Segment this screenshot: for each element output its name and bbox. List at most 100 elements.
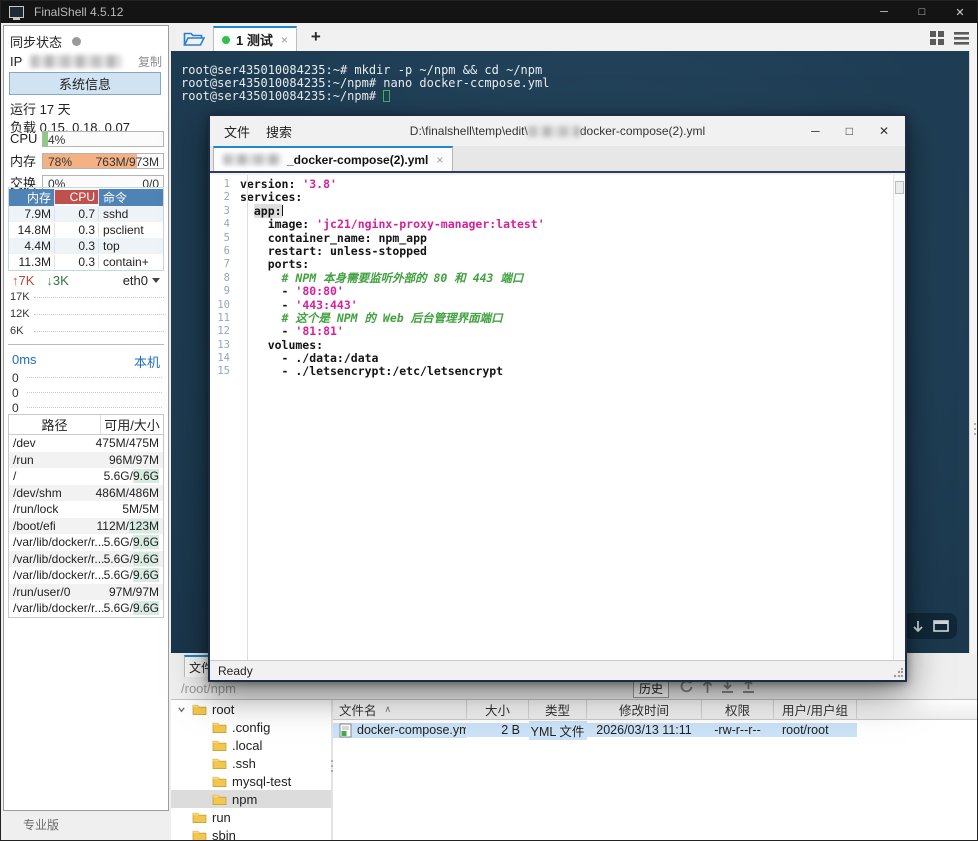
disk-size: 5M/5M xyxy=(122,502,159,516)
editor-file-tab[interactable]: _docker-compose(2).yml × xyxy=(213,146,453,171)
disk-path: /run/lock xyxy=(13,502,122,516)
meter-bar: 78%763M/973M xyxy=(42,153,164,169)
tree-item-.config[interactable]: .config xyxy=(171,718,331,736)
disk-path: / xyxy=(13,469,104,483)
session-tabbar: 1 测试 × + xyxy=(171,23,977,51)
file-header-2[interactable]: 类型 xyxy=(529,700,587,719)
process-row[interactable]: 7.9M0.7sshd xyxy=(9,206,163,222)
maximize-button[interactable]: □ xyxy=(903,1,941,23)
editor-tab-label: _docker-compose(2).yml xyxy=(287,153,428,167)
interface-dropdown[interactable]: eth0 xyxy=(123,273,160,288)
disk-row[interactable]: /run/lock5M/5M xyxy=(9,501,163,518)
new-tab-button[interactable]: + xyxy=(311,27,321,47)
process-row[interactable]: 14.8M0.3psclient xyxy=(9,222,163,238)
scroll-down-icon[interactable] xyxy=(912,620,924,633)
disk-size: 475M/475M xyxy=(96,436,159,450)
process-row[interactable]: 4.4M0.3top xyxy=(9,238,163,254)
file-header-5[interactable]: 用户/用户组 xyxy=(774,700,857,719)
minimize-button[interactable]: ─ xyxy=(865,1,903,23)
editor-statusbar: Ready xyxy=(210,660,905,680)
editor-content[interactable]: 1version: '3.8'2services:3 app:4 image: … xyxy=(210,175,905,660)
code-line: 13 volumes: xyxy=(210,339,905,352)
session-tab-label: 1 测试 xyxy=(236,30,273,49)
editor-minimize-button[interactable]: ─ xyxy=(811,124,820,138)
tree-chevron-icon[interactable] xyxy=(177,705,187,714)
disk-row[interactable]: /dev475M/475M xyxy=(9,435,163,452)
tree-item-.ssh[interactable]: .ssh xyxy=(171,754,331,772)
code-segment: # NPM 本身需要监听外部的 80 和 443 端口 xyxy=(282,271,524,285)
app-icon xyxy=(9,6,24,18)
editor-window-controls: ─ □ ✕ xyxy=(811,124,889,138)
editor-scrollbar[interactable] xyxy=(893,175,905,660)
editor-maximize-button[interactable]: □ xyxy=(846,124,853,138)
ping-row: 0 xyxy=(12,385,162,400)
disk-row[interactable]: /var/lib/docker/r...5.6G/9.6G xyxy=(9,534,163,551)
editor-close-button[interactable]: ✕ xyxy=(879,124,889,138)
ping-line xyxy=(27,377,162,378)
process-header-1[interactable]: CPU xyxy=(55,190,99,204)
tree-item-label: run xyxy=(212,810,231,825)
tree-item-sbin[interactable]: sbin xyxy=(171,826,331,840)
file-header-3[interactable]: 修改时间 xyxy=(587,700,702,719)
disk-total: 9.6G xyxy=(133,601,159,615)
code-segment: - xyxy=(240,298,295,312)
disk-col-path[interactable]: 路径 xyxy=(9,415,101,434)
disk-row[interactable]: /boot/efi112M/123M xyxy=(9,518,163,535)
open-folder-icon[interactable] xyxy=(183,31,205,47)
file-header-1[interactable]: 大小 xyxy=(467,700,529,719)
menu-list-icon[interactable] xyxy=(954,32,969,45)
process-row[interactable]: 11.3M0.3contain+ xyxy=(9,254,163,270)
disk-row[interactable]: /var/lib/docker/r...5.6G/9.6G xyxy=(9,600,163,617)
tree-item-.local[interactable]: .local xyxy=(171,736,331,754)
tree-item-mysql-test[interactable]: mysql-test xyxy=(171,772,331,790)
editor-menu-search[interactable]: 搜索 xyxy=(266,122,292,141)
editor-menu-file[interactable]: 文件 xyxy=(224,122,250,141)
file-header-4[interactable]: 权限 xyxy=(702,700,774,719)
system-monitor-sidebar: 同步状态 IP 复制 系统信息 运行 17 天 负载 0.15, 0.18, 0… xyxy=(3,25,169,811)
disk-row[interactable]: /run/user/097M/97M xyxy=(9,584,163,601)
file-header-0[interactable]: 文件名∧ xyxy=(333,700,467,719)
disk-row[interactable]: /run96M/97M xyxy=(9,452,163,469)
disk-row[interactable]: /var/lib/docker/r...5.6G/9.6G xyxy=(9,567,163,584)
folder-icon xyxy=(212,739,227,751)
process-header-2[interactable]: 命令 xyxy=(99,189,163,206)
editor-tab-close-icon[interactable]: × xyxy=(436,153,443,167)
grid-layout-icon[interactable] xyxy=(930,31,944,45)
process-cmd: contain+ xyxy=(99,255,163,269)
tree-item-npm[interactable]: npm xyxy=(171,790,331,808)
directory-tree: root.config.local.sshmysql-testnpm runsbi… xyxy=(171,700,331,840)
window-mode-icon[interactable] xyxy=(933,620,949,632)
session-tab-close-icon[interactable]: × xyxy=(281,33,288,47)
ping-latency: 0ms xyxy=(12,352,37,371)
resize-grip[interactable] xyxy=(893,668,903,678)
window-controls: ─ □ ✕ xyxy=(865,1,978,23)
disk-row[interactable]: /var/lib/docker/r...5.6G/9.6G xyxy=(9,551,163,568)
file-table: 文件名∧大小类型修改时间权限用户/用户组 docker-compose.yml2… xyxy=(333,700,977,840)
file-manager-panel: root.config.local.sshmysql-testnpm runsbi… xyxy=(171,699,977,840)
file-size: 2 B xyxy=(467,723,529,737)
tree-item-run[interactable]: run xyxy=(171,808,331,826)
ip-label: IP xyxy=(10,54,22,69)
editor-titlebar: 文件 搜索 D:\finalshell\temp\edit\docker-com… xyxy=(210,116,905,146)
current-path[interactable]: /root/npm xyxy=(181,681,236,696)
disk-row[interactable]: /5.6G/9.6G xyxy=(9,468,163,485)
disk-path: /var/lib/docker/r... xyxy=(13,568,104,582)
disk-col-size[interactable]: 可用/大小 xyxy=(101,415,163,434)
window-title: FinalShell 4.5.12 xyxy=(34,5,123,19)
close-button[interactable]: ✕ xyxy=(941,1,978,23)
process-table-header: 内存CPU命令 xyxy=(9,188,163,206)
line-number: 6 xyxy=(210,245,240,258)
file-row[interactable]: docker-compose.yml2 BYML 文件2026/03/13 11… xyxy=(333,720,977,740)
session-tab[interactable]: 1 测试 × xyxy=(213,26,297,51)
system-info-button[interactable]: 系统信息 xyxy=(9,72,161,95)
terminal-scrollbar[interactable] xyxy=(969,51,978,653)
copy-ip-link[interactable]: 复制 xyxy=(138,53,162,70)
ping-host[interactable]: 本机 xyxy=(134,352,160,371)
editor-scroll-thumb[interactable] xyxy=(895,181,904,194)
file-name: docker-compose.yml xyxy=(357,723,467,737)
disk-row[interactable]: /dev/shm486M/486M xyxy=(9,485,163,502)
tree-item-root[interactable]: root xyxy=(171,700,331,718)
code-text: ports: xyxy=(240,258,309,271)
editor-title-suffix: docker-compose(2).yml xyxy=(580,124,705,138)
process-header-0[interactable]: 内存 xyxy=(9,189,55,206)
